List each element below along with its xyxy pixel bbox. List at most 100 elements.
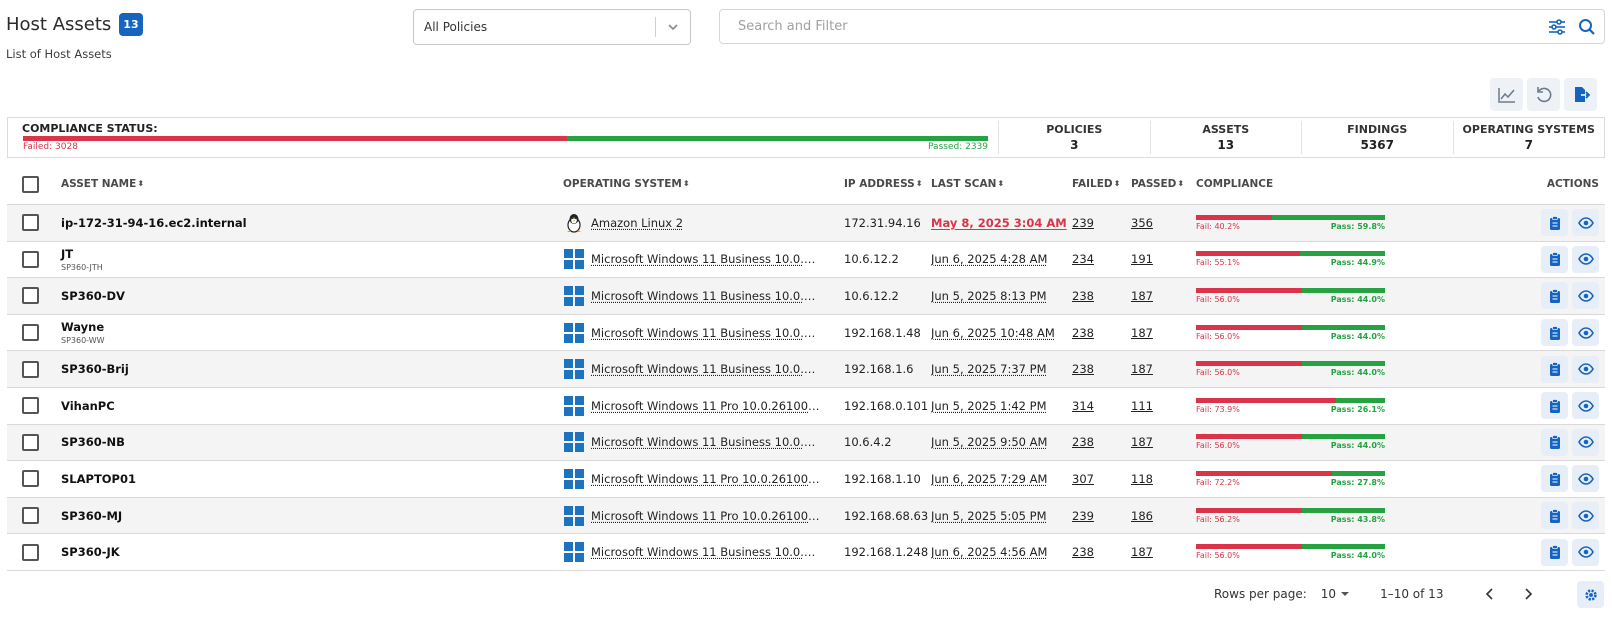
os-name[interactable]: Microsoft Windows 11 Business 10.0.26100… [591,435,821,449]
failed-count-link[interactable]: 307 [1072,472,1131,486]
eye-icon[interactable] [1572,245,1599,273]
last-scan[interactable]: Jun 6, 2025 10:48 AM [931,326,1072,340]
os-name[interactable]: Microsoft Windows 11 Business 10.0.26100… [591,252,821,266]
search-input[interactable] [720,19,1542,34]
table-row[interactable]: VihanPC Microsoft Windows 11 Pro 10.0.26… [7,388,1605,425]
last-scan[interactable]: Jun 6, 2025 4:28 AM [931,252,1072,266]
chevron-down-icon[interactable] [656,20,690,34]
os-name[interactable]: Microsoft Windows 11 Pro 10.0.26100 64-b… [591,509,821,523]
clipboard-icon[interactable] [1541,392,1568,420]
table-row[interactable]: JT SP360-JTH Microsoft Windows 11 Busine… [7,242,1605,279]
last-scan[interactable]: Jun 6, 2025 7:29 AM [931,472,1072,486]
clipboard-icon[interactable] [1541,282,1568,310]
failed-count-link[interactable]: 314 [1072,399,1131,413]
row-checkbox[interactable] [21,324,39,342]
last-scan[interactable]: Jun 5, 2025 7:37 PM [931,362,1072,376]
clipboard-icon[interactable] [1541,538,1568,566]
passed-count-link[interactable]: 118 [1131,472,1196,486]
asset-name[interactable]: SLAPTOP01 [61,472,563,486]
chart-line-icon[interactable] [1490,78,1523,111]
asset-name[interactable]: VihanPC [61,399,563,413]
table-row[interactable]: SP360-JK Microsoft Windows 11 Business 1… [7,534,1605,571]
eye-icon[interactable] [1572,502,1599,530]
row-checkbox[interactable] [21,214,39,232]
last-scan[interactable]: Jun 5, 2025 5:05 PM [931,509,1072,523]
failed-count-link[interactable]: 238 [1072,326,1131,340]
table-row[interactable]: SP360-NB Microsoft Windows 11 Business 1… [7,424,1605,462]
passed-count-link[interactable]: 187 [1131,545,1196,559]
select-all-checkbox[interactable] [21,175,39,193]
col-failed[interactable]: FAILED ⬍ [1072,178,1131,190]
last-scan[interactable]: May 8, 2025 3:04 AM [931,216,1072,230]
clipboard-icon[interactable] [1541,245,1568,273]
os-name[interactable]: Amazon Linux 2 [591,216,683,230]
row-checkbox[interactable] [21,433,39,451]
search-icon[interactable] [1572,12,1602,42]
passed-count-link[interactable]: 191 [1131,252,1196,266]
rows-per-page-select[interactable]: 10 [1321,587,1350,601]
clipboard-icon[interactable] [1541,319,1568,347]
table-row[interactable]: SLAPTOP01 Microsoft Windows 11 Pro 10.0.… [7,461,1605,498]
eye-icon[interactable] [1572,392,1599,420]
os-name[interactable]: Microsoft Windows 11 Pro 10.0.26100 64-b… [591,399,821,413]
asset-name[interactable]: JT [61,247,563,261]
row-checkbox[interactable] [21,470,39,488]
passed-count-link[interactable]: 356 [1131,216,1196,230]
table-settings-button[interactable] [1577,581,1604,608]
filter-settings-icon[interactable] [1542,12,1572,42]
eye-icon[interactable] [1572,319,1599,347]
table-row[interactable]: SP360-Brij Microsoft Windows 11 Business… [7,351,1605,388]
clipboard-icon[interactable] [1541,428,1568,456]
os-name[interactable]: Microsoft Windows 11 Business 10.0.26100… [591,289,821,303]
row-checkbox[interactable] [21,360,39,378]
clipboard-icon[interactable] [1541,355,1568,383]
next-page-button[interactable] [1509,580,1547,608]
passed-count-link[interactable]: 187 [1131,362,1196,376]
last-scan[interactable]: Jun 6, 2025 4:56 AM [931,545,1072,559]
os-name[interactable]: Microsoft Windows 11 Pro 10.0.26100 64-b… [591,472,821,486]
failed-count-link[interactable]: 238 [1072,435,1131,449]
asset-name[interactable]: SP360-DV [61,289,563,303]
failed-count-link[interactable]: 239 [1072,216,1131,230]
row-checkbox[interactable] [21,287,39,305]
passed-count-link[interactable]: 187 [1131,289,1196,303]
table-row[interactable]: Wayne SP360-WW Microsoft Windows 11 Busi… [7,315,1605,352]
col-ip-address[interactable]: IP ADDRESS ⬍ [844,178,931,190]
failed-count-link[interactable]: 238 [1072,545,1131,559]
eye-icon[interactable] [1572,355,1599,383]
clipboard-icon[interactable] [1541,465,1568,493]
prev-page-button[interactable] [1471,580,1509,608]
asset-name[interactable]: SP360-JK [61,545,563,559]
passed-count-link[interactable]: 186 [1131,509,1196,523]
col-last-scan[interactable]: LAST SCAN ⬍ [931,178,1072,190]
row-checkbox[interactable] [21,397,39,415]
table-row[interactable]: SP360-DV Microsoft Windows 11 Business 1… [7,278,1605,315]
failed-count-link[interactable]: 238 [1072,362,1131,376]
asset-name[interactable]: Wayne [61,320,563,334]
policy-select[interactable]: All Policies [413,9,691,45]
failed-count-link[interactable]: 234 [1072,252,1131,266]
eye-icon[interactable] [1572,538,1599,566]
passed-count-link[interactable]: 187 [1131,326,1196,340]
eye-icon[interactable] [1572,209,1599,237]
asset-name[interactable]: ip-172-31-94-16.ec2.internal [61,216,563,230]
col-asset-name[interactable]: ASSET NAME ⬍ [53,178,563,190]
eye-icon[interactable] [1572,282,1599,310]
clipboard-icon[interactable] [1541,209,1568,237]
asset-name[interactable]: SP360-MJ [61,509,563,523]
last-scan[interactable]: Jun 5, 2025 1:42 PM [931,399,1072,413]
os-name[interactable]: Microsoft Windows 11 Business 10.0.26100… [591,362,821,376]
row-checkbox[interactable] [21,543,39,561]
col-passed[interactable]: PASSED ⬍ [1131,178,1196,190]
clipboard-icon[interactable] [1541,502,1568,530]
failed-count-link[interactable]: 239 [1072,509,1131,523]
asset-name[interactable]: SP360-NB [61,435,563,449]
row-checkbox[interactable] [21,250,39,268]
asset-name[interactable]: SP360-Brij [61,362,563,376]
reset-icon[interactable] [1527,78,1560,111]
os-name[interactable]: Microsoft Windows 11 Business 10.0.26100… [591,326,821,340]
failed-count-link[interactable]: 238 [1072,289,1131,303]
passed-count-link[interactable]: 187 [1131,435,1196,449]
last-scan[interactable]: Jun 5, 2025 8:13 PM [931,289,1072,303]
table-row[interactable]: SP360-MJ Microsoft Windows 11 Pro 10.0.2… [7,497,1605,535]
